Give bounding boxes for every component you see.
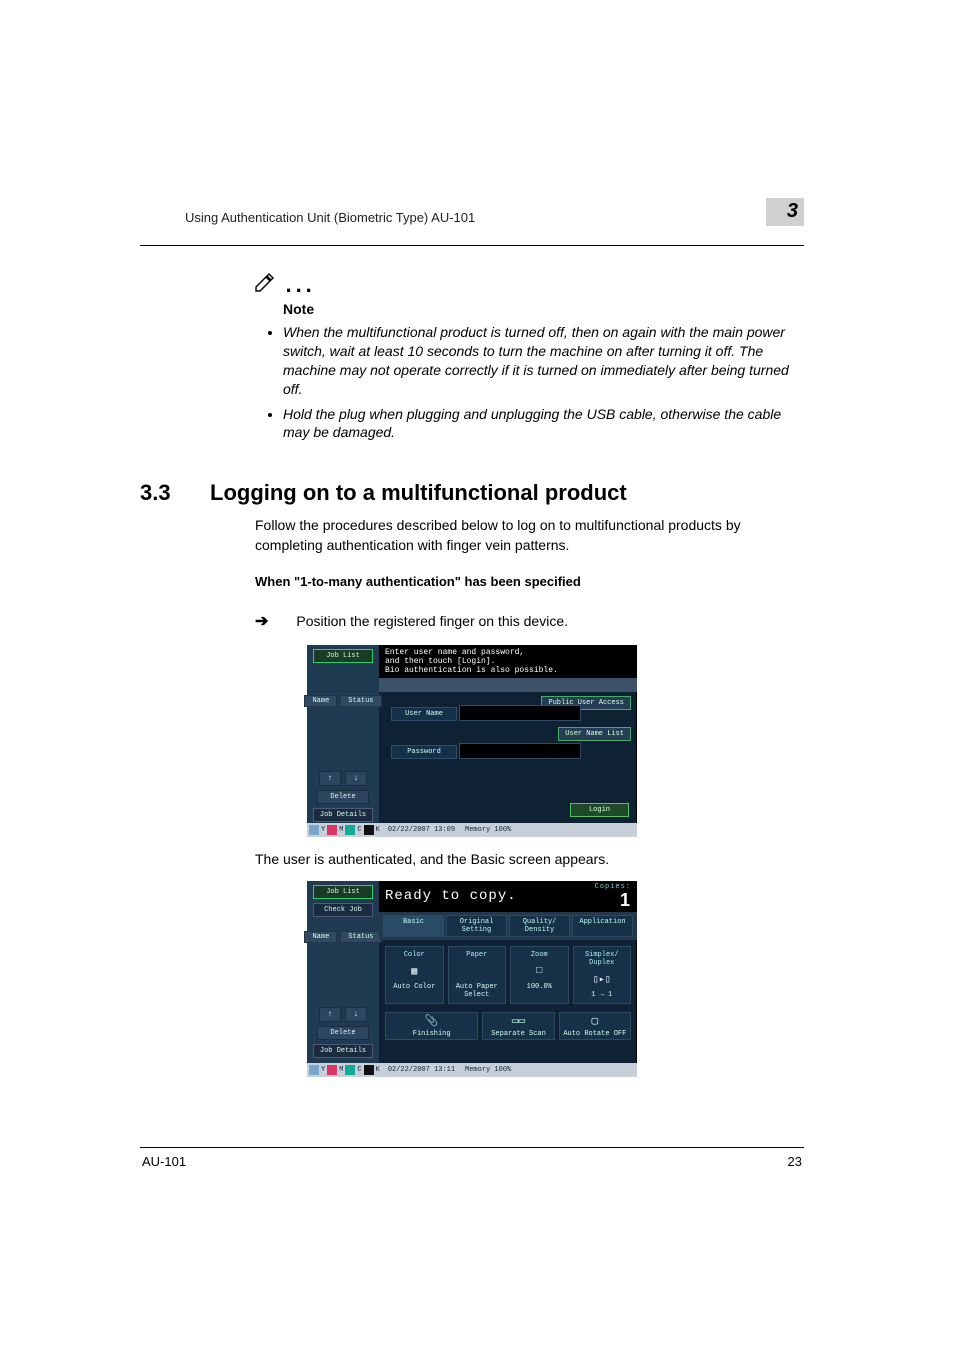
delete-button[interactable]: Delete <box>317 790 369 804</box>
job-list-button[interactable]: Job List <box>313 649 373 663</box>
rotate-icon: ▢ <box>592 1014 599 1028</box>
note-item: Hold the plug when plugging and unpluggi… <box>283 405 804 443</box>
job-details-button[interactable]: Job Details <box>313 1044 373 1058</box>
sub-heading: When "1-to-many authentication" has been… <box>255 574 804 589</box>
toner-m-icon <box>327 825 337 835</box>
col-status: Status <box>340 931 381 943</box>
toner-c-icon <box>345 825 355 835</box>
check-job-button[interactable]: Check Job <box>313 903 373 917</box>
finishing-button[interactable]: 📎 Finishing <box>385 1012 478 1040</box>
instruction-banner: Enter user name and password, and then t… <box>379 645 637 679</box>
duplex-card[interactable]: Simplex/ Duplex ▯▸▯ 1 → 1 <box>573 946 632 1004</box>
login-button[interactable]: Login <box>570 803 629 817</box>
user-name-field[interactable] <box>459 705 581 721</box>
step-text: Position the registered finger on this d… <box>296 613 568 629</box>
toner-k-icon <box>364 825 374 835</box>
chapter-number: 3 <box>787 200 798 222</box>
zoom-icon: □ <box>513 961 566 983</box>
user-name-label: User Name <box>391 707 457 721</box>
copies-display: Copies: 1 <box>595 884 631 909</box>
scroll-down-button[interactable]: ↓ <box>345 1007 367 1022</box>
footer-page: 23 <box>788 1154 802 1169</box>
auto-rotate-button[interactable]: ▢ Auto Rotate OFF <box>559 1012 631 1040</box>
note-item: When the multifunctional product is turn… <box>283 323 804 399</box>
arrow-icon: ➔ <box>255 611 268 631</box>
status-memory: Memory 100% <box>465 1066 511 1074</box>
note-bullets: When the multifunctional product is turn… <box>261 323 804 442</box>
scroll-up-button[interactable]: ↑ <box>319 771 341 786</box>
paper-icon <box>451 961 504 983</box>
after-login-text: The user is authenticated, and the Basic… <box>255 851 804 867</box>
autocolor-icon: ▦ <box>388 961 441 983</box>
running-head: Using Authentication Unit (Biometric Typ… <box>185 210 475 225</box>
footer-left: AU-101 <box>142 1154 186 1169</box>
ready-title: Ready to copy. <box>385 888 517 904</box>
duplex-icon: ▯▸▯ <box>576 969 629 991</box>
delete-button[interactable]: Delete <box>317 1026 369 1040</box>
status-datetime: 02/22/2007 13:11 <box>388 1066 455 1074</box>
chapter-badge: 3 <box>766 198 804 226</box>
job-list-button[interactable]: Job List <box>313 885 373 899</box>
note-dots: ... <box>285 272 315 297</box>
tab-basic[interactable]: Basic <box>383 915 444 937</box>
col-status: Status <box>340 695 381 707</box>
separate-scan-button[interactable]: ▭▭ Separate Scan <box>482 1012 554 1040</box>
job-details-button[interactable]: Job Details <box>313 808 373 822</box>
note-label: Note <box>283 301 804 317</box>
col-name: Name <box>304 931 337 943</box>
col-name: Name <box>304 695 337 707</box>
toner-m-icon <box>327 1065 337 1075</box>
password-label: Password <box>391 745 457 759</box>
section-number: 3.3 <box>140 480 188 506</box>
toner-y-icon <box>309 1065 319 1075</box>
section-title: Logging on to a multifunctional product <box>210 480 627 506</box>
finishing-icon: 📎 <box>425 1014 439 1028</box>
top-rule <box>140 245 804 246</box>
toner-c-icon <box>345 1065 355 1075</box>
section-intro: Follow the procedures described below to… <box>255 516 804 555</box>
scroll-up-button[interactable]: ↑ <box>319 1007 341 1022</box>
tab-application[interactable]: Application <box>572 915 633 937</box>
screenshot-login: Job List Name Status ↑ ↓ Delete Job Deta… <box>307 645 637 837</box>
separate-scan-icon: ▭▭ <box>512 1014 525 1028</box>
pencil-icon <box>253 281 281 298</box>
toner-y-icon <box>309 825 319 835</box>
screenshot-basic: Job List Check Job Name Status ↑ ↓ Delet… <box>307 881 637 1077</box>
scroll-down-button[interactable]: ↓ <box>345 771 367 786</box>
tab-original-setting[interactable]: Original Setting <box>446 915 507 937</box>
status-memory: Memory 100% <box>465 826 511 834</box>
password-field[interactable] <box>459 743 581 759</box>
user-name-list-button[interactable]: User Name List <box>558 727 631 741</box>
footer-rule <box>140 1147 804 1148</box>
zoom-card[interactable]: Zoom □ 100.0% <box>510 946 569 1004</box>
toner-k-icon <box>364 1065 374 1075</box>
paper-card[interactable]: Paper Auto Paper Select <box>448 946 507 1004</box>
color-card[interactable]: Color ▦ Auto Color <box>385 946 444 1004</box>
tab-quality-density[interactable]: Quality/ Density <box>509 915 570 937</box>
status-datetime: 02/22/2007 13:09 <box>388 826 455 834</box>
